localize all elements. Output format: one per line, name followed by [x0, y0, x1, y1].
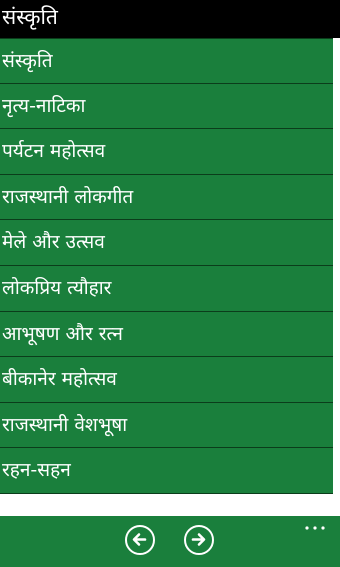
menu-item-bikaner-mahotsav[interactable]: बीकानेर महोत्सव: [0, 357, 333, 403]
menu-item-nritya-natika[interactable]: नृत्य-नाटिका: [0, 84, 333, 130]
menu-item-rahan-sahan[interactable]: रहन-सहन: [0, 448, 333, 494]
arrow-right-circle-icon: [191, 533, 206, 546]
app-bar: [0, 516, 340, 567]
menu-item-sanskriti[interactable]: संस्कृति: [0, 38, 333, 84]
app-screen: संस्कृति संस्कृति नृत्य-नाटिका पर्यटन मह…: [0, 0, 340, 567]
menu-list: संस्कृति नृत्य-नाटिका पर्यटन महोत्सव राज…: [0, 38, 333, 494]
page-title: संस्कृति: [0, 0, 340, 38]
menu-item-lokpriya-tyohar[interactable]: लोकप्रिय त्यौहार: [0, 266, 333, 312]
back-button[interactable]: [125, 525, 155, 555]
list-right-margin: [333, 38, 340, 494]
menu-item-paryatan-mahotsav[interactable]: पर्यटन महोत्सव: [0, 129, 333, 175]
arrow-left-circle-icon: [132, 533, 147, 546]
menu-item-rajasthani-lokgeet[interactable]: राजस्थानी लोकगीत: [0, 175, 333, 221]
forward-button[interactable]: [184, 525, 214, 555]
menu-item-rajasthani-veshbhusha[interactable]: राजस्थानी वेशभूषा: [0, 403, 333, 449]
menu-item-mele-aur-utsav[interactable]: मेले और उत्सव: [0, 220, 333, 266]
ellipsis-icon: [305, 526, 325, 530]
menu-item-abhushan-aur-ratna[interactable]: आभूषण और रत्न: [0, 312, 333, 358]
more-options-button[interactable]: [304, 516, 326, 530]
